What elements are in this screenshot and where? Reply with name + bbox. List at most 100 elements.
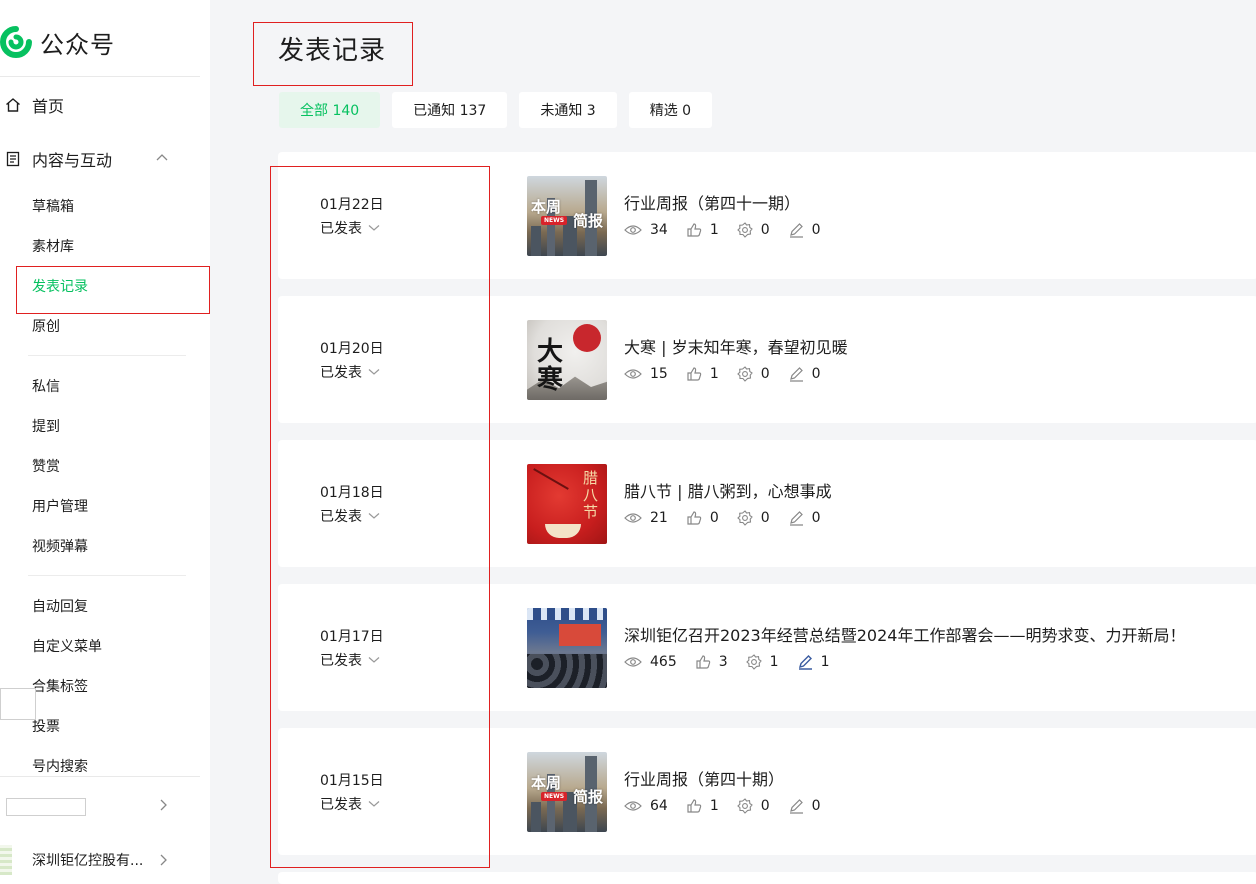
cover-sun — [573, 324, 601, 352]
sidebar-item-drafts[interactable]: 草稿箱 — [32, 196, 74, 216]
overlay-snippet — [0, 688, 36, 720]
shares-stat: 0 — [736, 366, 770, 382]
comments-count: 0 — [811, 366, 821, 382]
article-cover[interactable]: 本周 NEWS 简报 — [527, 752, 607, 832]
tab-all[interactable]: 全部 140 — [279, 92, 381, 128]
tab-not-notified[interactable]: 未通知 3 — [519, 92, 617, 128]
article-cover[interactable]: 腊八节 — [527, 464, 607, 544]
thumbs-up-icon — [687, 511, 702, 525]
shares-count: 1 — [769, 654, 779, 670]
logo[interactable]: 公众号 — [0, 22, 115, 62]
sidebar-item-mentions[interactable]: 提到 — [32, 416, 60, 436]
cover-text: 简报 — [573, 212, 604, 230]
chevron-up-icon[interactable] — [155, 151, 169, 165]
share-gear-icon — [736, 798, 753, 814]
article-cover[interactable] — [527, 608, 607, 688]
article-stats: 64 1 0 0 — [624, 798, 839, 814]
article-title[interactable]: 深圳钜亿召开2023年经营总结暨2024年工作部署会——明势求变、力开新局！ — [624, 622, 1185, 646]
sidebar-item-content[interactable]: 内容与互动 — [4, 147, 112, 171]
eye-icon — [624, 369, 642, 379]
tab-notified[interactable]: 已通知 137 — [392, 92, 508, 128]
shares-count: 0 — [760, 510, 770, 526]
sidebar-divider — [0, 776, 200, 777]
sidebar-item-messages[interactable]: 私信 — [32, 376, 60, 396]
reads-count: 34 — [650, 222, 668, 238]
sidebar-item-original[interactable]: 原创 — [32, 316, 60, 336]
sidebar-item-rewards[interactable]: 赞赏 — [32, 456, 60, 476]
publish-status-dropdown[interactable]: 已发表 — [320, 650, 380, 670]
article-title[interactable]: 大寒 | 岁末知年寒，春望初见暖 — [624, 334, 848, 358]
sidebar-divider — [28, 355, 186, 356]
sidebar-item-custom-menu[interactable]: 自定义菜单 — [32, 636, 102, 656]
sidebar-item-video-danmaku[interactable]: 视频弹幕 — [32, 536, 88, 556]
publish-date: 01月15日 — [320, 773, 384, 789]
comments-stat: 0 — [788, 510, 821, 526]
chevron-down-icon — [368, 513, 380, 519]
article-stats: 15 1 0 0 — [624, 366, 839, 382]
wechat-official-logo-icon — [0, 26, 32, 58]
article-cover[interactable]: 大寒 — [527, 320, 607, 400]
pen-icon — [789, 223, 803, 238]
comments-count: 0 — [811, 798, 821, 814]
logo-text: 公众号 — [40, 30, 115, 59]
article-card: 01月20日 已发表 大寒 大寒 | 岁末知年寒，春望初见暖 15 1 0 0 — [278, 296, 1256, 423]
cover-building — [531, 226, 541, 256]
article-card: 01月18日 已发表 腊八节 腊八节 | 腊八粥到，心想事成 21 0 0 0 — [278, 440, 1256, 567]
chevron-down-icon — [368, 225, 380, 231]
article-cover[interactable]: 本周 NEWS 简报 — [527, 176, 607, 256]
reads-stat: 34 — [624, 222, 668, 238]
sidebar-item-auto-reply[interactable]: 自动回复 — [32, 596, 88, 616]
likes-stat: 3 — [695, 654, 728, 670]
publish-status-dropdown[interactable]: 已发表 — [320, 362, 380, 382]
tab-featured[interactable]: 精选 0 — [628, 92, 713, 128]
chevron-down-icon — [368, 369, 380, 375]
sidebar-item-label: 首页 — [32, 97, 65, 116]
sidebar-item-materials[interactable]: 素材库 — [32, 236, 74, 256]
cover-news-badge: NEWS — [541, 792, 568, 801]
reads-stat: 15 — [624, 366, 668, 382]
cover-branch — [533, 468, 569, 490]
cover-lights — [527, 608, 607, 620]
sidebar-item-voting[interactable]: 投票 — [32, 716, 60, 736]
article-title[interactable]: 行业周报（第四十一期） — [624, 190, 800, 214]
cover-text: 本周 — [531, 198, 562, 216]
pen-icon — [789, 799, 803, 814]
comments-stat: 0 — [788, 798, 821, 814]
account-switcher[interactable]: 深圳钜亿控股有... — [0, 845, 200, 875]
sidebar-item-home[interactable]: 首页 — [4, 93, 64, 117]
chevron-right-icon[interactable] — [158, 853, 170, 867]
likes-count: 3 — [718, 654, 728, 670]
article-stats: 21 0 0 0 — [624, 510, 839, 526]
filter-tabs: 全部 140 已通知 137 未通知 3 精选 0 — [279, 92, 713, 128]
article-card: 01月22日 已发表 本周 NEWS 简报 行业周报（第四十一期） 34 1 0… — [278, 152, 1256, 279]
reads-count: 465 — [650, 654, 677, 670]
reads-stat: 465 — [624, 654, 677, 670]
publish-status: 已发表 — [320, 509, 362, 525]
sidebar-item-user-management[interactable]: 用户管理 — [32, 496, 88, 516]
sidebar-item-in-account-search[interactable]: 号内搜索 — [32, 756, 88, 776]
account-avatar — [0, 845, 12, 875]
main-content: 发表记录 全部 140 已通知 137 未通知 3 精选 0 01月22日 已发… — [210, 0, 1256, 884]
shares-stat: 0 — [736, 222, 770, 238]
cover-text: 简报 — [573, 788, 604, 806]
sidebar-item-collection-tags[interactable]: 合集标签 — [32, 676, 88, 696]
comments-count: 0 — [811, 222, 821, 238]
likes-count: 1 — [709, 366, 719, 382]
article-title[interactable]: 行业周报（第四十期） — [624, 766, 784, 790]
chevron-right-icon[interactable] — [158, 798, 170, 812]
publish-status-dropdown[interactable]: 已发表 — [320, 506, 380, 526]
cover-text: 大寒 — [537, 337, 564, 395]
shares-stat: 0 — [736, 798, 770, 814]
shares-stat: 0 — [736, 510, 770, 526]
publish-date: 01月22日 — [320, 197, 384, 213]
thumbs-up-icon — [687, 367, 702, 381]
likes-count: 1 — [709, 222, 719, 238]
sidebar-item-publish-records[interactable]: 发表记录 — [32, 276, 88, 296]
home-icon — [4, 96, 22, 114]
comments-count: 1 — [820, 654, 830, 670]
reads-count: 21 — [650, 510, 668, 526]
publish-status-dropdown[interactable]: 已发表 — [320, 218, 380, 238]
publish-status-dropdown[interactable]: 已发表 — [320, 794, 380, 814]
article-title[interactable]: 腊八节 | 腊八粥到，心想事成 — [624, 478, 832, 502]
pen-icon — [798, 655, 812, 670]
